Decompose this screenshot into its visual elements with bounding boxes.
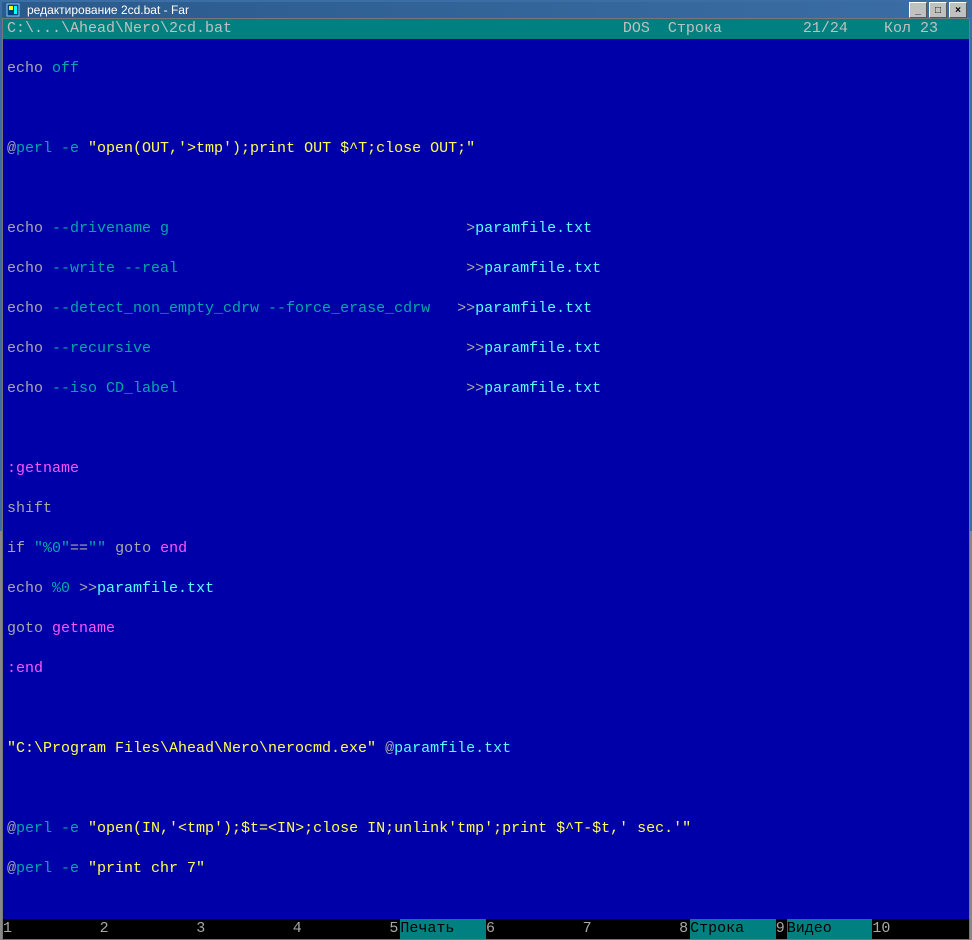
status-col-value: 23 bbox=[920, 19, 938, 39]
status-line-label: Строка bbox=[668, 19, 722, 39]
f4-slot[interactable]: 4 bbox=[293, 919, 390, 939]
f7-slot[interactable]: 7 bbox=[583, 919, 680, 939]
label-getname: :getname bbox=[7, 460, 79, 477]
client-area: C:\...\Ahead\Nero\2cd.bat DOS Строка 21/… bbox=[2, 18, 970, 940]
f8-slot[interactable]: 8Строка bbox=[679, 919, 776, 939]
maximize-button[interactable]: □ bbox=[929, 2, 947, 18]
f6-slot[interactable]: 6 bbox=[486, 919, 583, 939]
f9-slot[interactable]: 9Видео bbox=[776, 919, 873, 939]
f2-slot[interactable]: 2 bbox=[100, 919, 197, 939]
f10-slot[interactable]: 10 bbox=[872, 919, 969, 939]
editor-area[interactable]: echo off @perl -e "open(OUT,'>tmp');prin… bbox=[3, 39, 969, 919]
f3-slot[interactable]: 3 bbox=[196, 919, 293, 939]
minimize-button[interactable]: _ bbox=[909, 2, 927, 18]
function-keybar: 1 2 3 4 5Печать 6 7 8Строка 9Видео 10 bbox=[3, 919, 969, 939]
status-path: C:\...\Ahead\Nero\2cd.bat bbox=[7, 19, 232, 39]
kw-echo: echo bbox=[7, 60, 43, 77]
close-button[interactable]: × bbox=[949, 2, 967, 18]
far-window: редактирование 2cd.bat - Far _ □ × C:\..… bbox=[0, 0, 972, 531]
status-encoding: DOS bbox=[623, 19, 650, 39]
f1-slot[interactable]: 1 bbox=[3, 919, 100, 939]
status-line-value: 21/24 bbox=[803, 19, 848, 39]
app-icon bbox=[5, 2, 21, 18]
string: "open(OUT,'>tmp');print OUT $^T;close OU… bbox=[88, 140, 475, 157]
window-controls: _ □ × bbox=[909, 2, 967, 18]
status-col-label: Кол bbox=[884, 19, 911, 39]
titlebar[interactable]: редактирование 2cd.bat - Far _ □ × bbox=[2, 2, 970, 18]
f5-slot[interactable]: 5Печать bbox=[389, 919, 486, 939]
status-bar: C:\...\Ahead\Nero\2cd.bat DOS Строка 21/… bbox=[3, 19, 969, 39]
window-title: редактирование 2cd.bat - Far bbox=[25, 3, 909, 17]
label-end: :end bbox=[7, 660, 43, 677]
